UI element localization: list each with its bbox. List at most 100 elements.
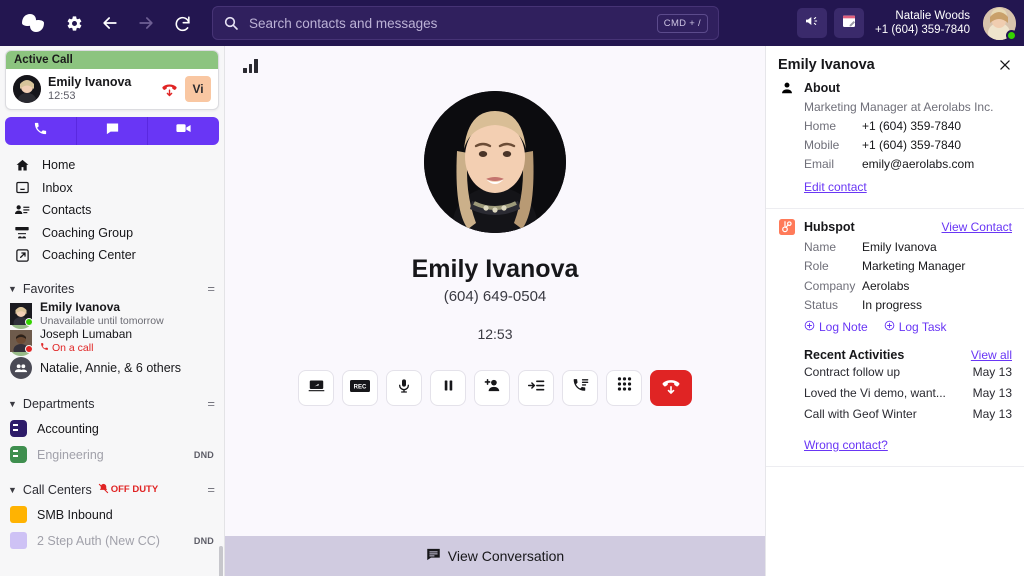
- about-field-mobile: Mobile +1 (604) 359-7840: [778, 136, 1012, 155]
- list-item[interactable]: Accounting: [0, 416, 224, 442]
- transfer-button[interactable]: [518, 370, 554, 406]
- top-bar: CMD + /: [0, 0, 1024, 46]
- favorite-status: On a call: [40, 342, 132, 354]
- record-icon: REC: [350, 379, 370, 398]
- wrong-contact-action: Wrong contact?: [778, 436, 1012, 454]
- search-bar[interactable]: CMD + /: [212, 6, 719, 40]
- search-icon: [223, 15, 239, 31]
- decline-call-button[interactable]: [161, 81, 178, 98]
- current-user-avatar[interactable]: [983, 7, 1016, 40]
- edit-contact-link[interactable]: Edit contact: [804, 180, 867, 194]
- list-item[interactable]: Engineering DND: [0, 442, 224, 468]
- log-note-button[interactable]: Log Note: [804, 320, 868, 334]
- phone-list-icon: [572, 377, 589, 399]
- list-item[interactable]: SMB Inbound: [0, 502, 224, 528]
- call-centers-menu-icon[interactable]: =: [207, 482, 214, 497]
- sidebar-item-coaching-center-label: Coaching Center: [42, 248, 136, 262]
- sidebar-item-home[interactable]: Home: [0, 154, 224, 177]
- end-call-icon: [661, 376, 681, 401]
- sidebar-nav: Home Inbox Contacts: [0, 154, 224, 267]
- table-row[interactable]: Loved the Vi demo, want... May 13: [778, 383, 1012, 404]
- favorites-menu-icon[interactable]: =: [207, 281, 214, 296]
- about-subtitle: Marketing Manager at Aerolabs Inc.: [778, 98, 1012, 117]
- record-button[interactable]: REC: [342, 370, 378, 406]
- active-call-name: Emily Ivanova: [48, 75, 154, 90]
- wrong-contact-link[interactable]: Wrong contact?: [804, 438, 888, 452]
- signal-strength-icon: [243, 58, 765, 73]
- sidebar-item-coaching-center[interactable]: Coaching Center: [0, 244, 224, 267]
- list-item[interactable]: Natalie, Annie, & 6 others: [0, 355, 224, 382]
- department-icon: [10, 446, 27, 463]
- active-call-card[interactable]: Active Call Emily Ivanova 12:53: [5, 50, 219, 110]
- pause-icon: [441, 378, 456, 398]
- current-user-info[interactable]: Natalie Woods +1 (604) 359-7840: [875, 9, 970, 38]
- hubspot-field-status: Status In progress: [778, 296, 1012, 315]
- sidebar-item-contacts-label: Contacts: [42, 203, 91, 217]
- list-item[interactable]: Joseph Lumaban On a call: [0, 328, 224, 355]
- department-label: Accounting: [37, 422, 204, 436]
- forward-icon[interactable]: [128, 5, 164, 41]
- activity-date: May 13: [973, 362, 1012, 383]
- hold-button[interactable]: [430, 370, 466, 406]
- app-body: Active Call Emily Ivanova 12:53: [0, 46, 1024, 576]
- plus-circle-icon: [884, 320, 895, 334]
- log-note-label: Log Note: [819, 320, 868, 334]
- sidebar-item-inbox[interactable]: Inbox: [0, 177, 224, 200]
- current-user-name: Natalie Woods: [875, 9, 970, 23]
- active-call-body: Emily Ivanova 12:53 Vi: [6, 69, 218, 109]
- favorite-name: Joseph Lumaban: [40, 328, 132, 342]
- hubspot-section: Hubspot View Contact Name Emily Ivanova …: [766, 209, 1024, 467]
- dnd-badge: DND: [194, 450, 214, 460]
- notes-button[interactable]: [834, 8, 864, 38]
- view-contact-link[interactable]: View Contact: [942, 220, 1012, 234]
- end-call-button[interactable]: [650, 370, 692, 406]
- main-top: [225, 46, 765, 73]
- call-options-button[interactable]: [562, 370, 598, 406]
- quick-action-call-button[interactable]: [5, 117, 77, 145]
- keypad-button[interactable]: [606, 370, 642, 406]
- add-person-icon: [484, 377, 501, 399]
- add-participant-button[interactable]: [474, 370, 510, 406]
- home-icon: [14, 158, 30, 173]
- list-item[interactable]: 2 Step Auth (New CC) DND: [0, 528, 224, 554]
- sidebar-scrollbar[interactable]: [219, 546, 223, 576]
- settings-icon[interactable]: [56, 5, 92, 41]
- sidebar-item-coaching-group[interactable]: Coaching Group: [0, 222, 224, 245]
- sidebar-item-contacts[interactable]: Contacts: [0, 199, 224, 222]
- mute-button[interactable]: [386, 370, 422, 406]
- transfer-icon: [528, 377, 545, 399]
- field-value: emily@aerolabs.com: [862, 155, 974, 174]
- reload-icon[interactable]: [164, 5, 200, 41]
- table-row[interactable]: Contract follow up May 13: [778, 362, 1012, 383]
- screen-share-button[interactable]: [298, 370, 334, 406]
- departments-menu-icon[interactable]: =: [207, 396, 214, 411]
- call-stage: Emily Ivanova (604) 649-0504 12:53: [225, 73, 765, 536]
- call-contact-avatar: [424, 91, 566, 233]
- view-conversation-bar[interactable]: View Conversation: [225, 536, 765, 576]
- quick-action-video-button[interactable]: [148, 117, 219, 145]
- app-logo-icon[interactable]: [10, 13, 56, 33]
- call-center-color-swatch: [10, 506, 27, 523]
- activity-text: Loved the Vi demo, want...: [804, 383, 973, 404]
- about-field-email: Email emily@aerolabs.com: [778, 155, 1012, 174]
- call-centers-header[interactable]: ▼ Call Centers OFF DUTY =: [0, 478, 224, 502]
- favorites-header[interactable]: ▼ Favorites =: [0, 277, 224, 301]
- off-duty-label: OFF DUTY: [111, 484, 159, 495]
- close-icon[interactable]: [998, 58, 1012, 72]
- search-input[interactable]: [249, 16, 657, 31]
- departments-header[interactable]: ▼ Departments =: [0, 392, 224, 416]
- log-task-button[interactable]: Log Task: [884, 320, 947, 334]
- list-item[interactable]: Emily Ivanova Unavailable until tomorrow: [0, 301, 224, 328]
- phone-icon: [33, 121, 48, 141]
- call-center-color-swatch: [10, 532, 27, 549]
- svg-text:REC: REC: [354, 384, 367, 390]
- quick-action-message-button[interactable]: [77, 117, 149, 145]
- avatar: [10, 357, 32, 379]
- off-duty-badge[interactable]: OFF DUTY: [98, 483, 202, 497]
- table-row[interactable]: Call with Geof Winter May 13: [778, 404, 1012, 425]
- vi-badge[interactable]: Vi: [185, 76, 211, 102]
- announcements-button[interactable]: [797, 8, 827, 38]
- back-icon[interactable]: [92, 5, 128, 41]
- phone-small-icon: [40, 342, 49, 354]
- view-all-link[interactable]: View all: [971, 348, 1012, 362]
